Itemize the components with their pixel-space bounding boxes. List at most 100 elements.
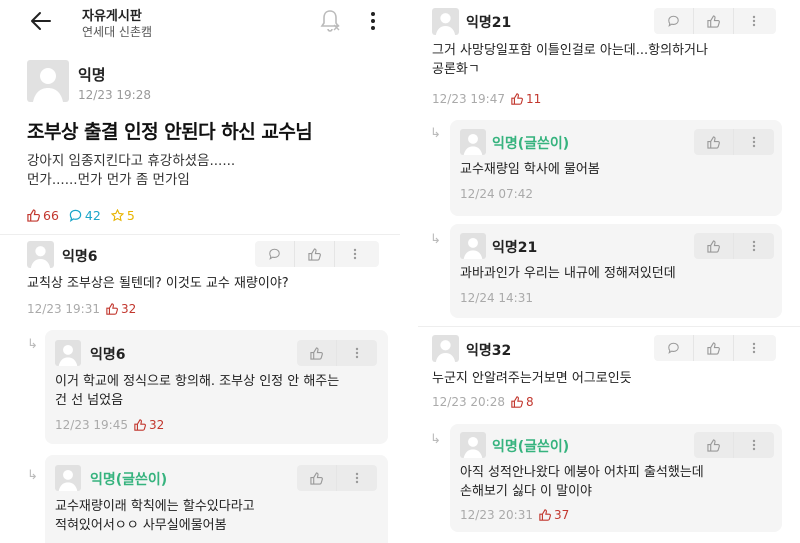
comments-column: 익명21 그거 사망당일포함 이틀인걸로 아는데...항의하거나 공론화ㄱ 12… (418, 0, 800, 543)
post-comments: 42 (69, 208, 101, 223)
post-body: 강아지 임종지킨다고 휴강하셨음...... 먼가......먼가 먼가 좀 먼… (27, 153, 236, 188)
comment-likes-count: 32 (120, 302, 137, 316)
avatar-icon (55, 465, 81, 491)
reply-time: 12/24 14:31 (460, 291, 533, 305)
avatar-icon (27, 60, 69, 102)
reply-card: 익명(글쓴이) 교수재량이래 학칙에는 할수있다라고 적혀있어서ㅇㅇ 사무실에물… (45, 455, 388, 543)
reply-card: 익명(글쓴이) 교수재량임 학사에 물어봄 12/24 07:42 (450, 120, 782, 216)
reply-card: 익명21 과바과인가 우리는 내규에 정해져있던데 12/24 14:31 (450, 224, 782, 318)
more-vert-icon[interactable] (335, 241, 375, 267)
bell-off-icon[interactable] (318, 8, 342, 34)
comment-actions (654, 335, 776, 361)
reply-meta: 12/24 07:42 (460, 187, 533, 201)
column-divider (404, 0, 412, 543)
avatar-icon (432, 8, 459, 35)
more-vert-icon[interactable] (734, 129, 774, 155)
like-button[interactable] (295, 241, 335, 267)
comment-meta: 12/23 20:28 8 (432, 395, 534, 409)
comment-icon (69, 209, 82, 222)
reply-text: 과바과인가 우리는 내규에 정해져있던데 (460, 266, 676, 281)
reply-actions (694, 432, 774, 458)
thumbs-up-icon (707, 14, 720, 28)
thumbs-up-icon (511, 93, 523, 105)
more-vert-icon[interactable] (734, 432, 774, 458)
reply-button[interactable] (654, 335, 694, 361)
reply-arrow-icon: ↳ (430, 126, 441, 141)
like-button[interactable] (297, 465, 337, 491)
thumbs-up-icon (134, 419, 146, 431)
avatar-icon (55, 340, 81, 366)
like-button[interactable] (694, 129, 734, 155)
comment-meta: 12/23 19:31 32 (27, 302, 136, 316)
post-time: 12/23 19:28 (78, 88, 151, 102)
thumbs-up-icon (27, 209, 40, 222)
post-author: 익명 (78, 66, 106, 84)
thumbs-up-icon (539, 509, 551, 521)
comment-time: 12/23 20:28 (432, 395, 505, 409)
comment-time: 12/23 19:47 (432, 92, 505, 106)
more-vert-icon[interactable] (734, 335, 774, 361)
more-vert-icon[interactable] (734, 233, 774, 259)
like-button[interactable] (694, 432, 734, 458)
comment-likes-count: 11 (525, 92, 542, 106)
post-scraps-count: 5 (126, 208, 135, 223)
comment-icon (269, 248, 280, 260)
comment-icon (668, 15, 679, 27)
comment-time: 12/23 19:31 (27, 302, 100, 316)
like-button[interactable] (297, 340, 337, 366)
reply-meta: 12/23 19:45 32 (55, 418, 164, 432)
like-button[interactable] (694, 233, 734, 259)
reply-actions (694, 129, 774, 155)
like-button[interactable] (694, 335, 734, 361)
reply-author-op: 익명(글쓴이) (90, 472, 168, 488)
post-title: 조부상 출결 인정 안된다 하신 교수님 (27, 121, 313, 143)
board-subtitle: 연세대 신촌캠 (82, 25, 153, 39)
comment-text: 그거 사망당일포함 이틀인걸로 아는데...항의하거나 공론화ㄱ (432, 43, 708, 77)
reply-text: 교수재량이래 학칙에는 할수있다라고 적혀있어서ㅇㅇ 사무실에물어봄 (55, 499, 255, 533)
divider (0, 234, 400, 235)
reply-actions (297, 465, 377, 491)
comment-meta: 12/23 19:47 11 (432, 92, 541, 106)
avatar-icon (27, 241, 54, 268)
reply-button[interactable] (255, 241, 295, 267)
post-stats: 66 42 5 (27, 208, 135, 223)
reply-time: 12/23 19:45 (55, 418, 128, 432)
reply-likes-count: 32 (148, 418, 165, 432)
reply-author: 익명6 (90, 347, 126, 363)
thumbs-up-icon (310, 346, 323, 360)
avatar-icon (460, 129, 486, 155)
reply-arrow-icon: ↳ (27, 337, 38, 352)
reply-text: 교수재량임 학사에 물어봄 (460, 162, 600, 177)
thumbs-up-icon (707, 239, 720, 253)
reply-meta: 12/23 20:31 37 (460, 508, 569, 522)
reply-arrow-icon: ↳ (430, 232, 441, 247)
reply-likes-count: 37 (553, 508, 570, 522)
comment-actions (255, 241, 379, 267)
like-button[interactable] (694, 8, 734, 34)
more-vert-icon[interactable] (366, 8, 380, 34)
reply-time: 12/24 07:42 (460, 187, 533, 201)
thumbs-up-icon (308, 247, 321, 261)
more-vert-icon[interactable] (734, 8, 774, 34)
reply-button[interactable] (654, 8, 694, 34)
reply-actions (297, 340, 377, 366)
comment-author: 익명21 (466, 15, 512, 31)
thumbs-up-icon (707, 341, 720, 355)
more-vert-icon[interactable] (337, 340, 377, 366)
avatar-icon (432, 335, 459, 362)
more-vert-icon[interactable] (337, 465, 377, 491)
back-arrow-icon[interactable] (28, 8, 54, 34)
reply-time: 12/23 20:31 (460, 508, 533, 522)
top-app-bar: 자유게시판 연세대 신촌캠 (0, 0, 400, 44)
reply-likes: 32 (134, 418, 164, 432)
comment-likes: 11 (511, 92, 541, 106)
thumbs-up-icon (511, 396, 523, 408)
reply-card: 익명(글쓴이) 아직 성적안나왔다 에붕아 어차피 출석했는데 손해보기 싫다 … (450, 424, 782, 532)
post-scraps: 5 (110, 208, 135, 223)
reply-meta: 12/24 14:31 (460, 291, 533, 305)
reply-arrow-icon: ↳ (430, 432, 441, 447)
thumbs-up-icon (707, 135, 720, 149)
comment-actions (654, 8, 776, 34)
post-likes-count: 66 (43, 208, 59, 223)
reply-text: 아직 성적안나왔다 에붕아 어차피 출석했는데 손해보기 싫다 이 말이야 (460, 465, 704, 499)
